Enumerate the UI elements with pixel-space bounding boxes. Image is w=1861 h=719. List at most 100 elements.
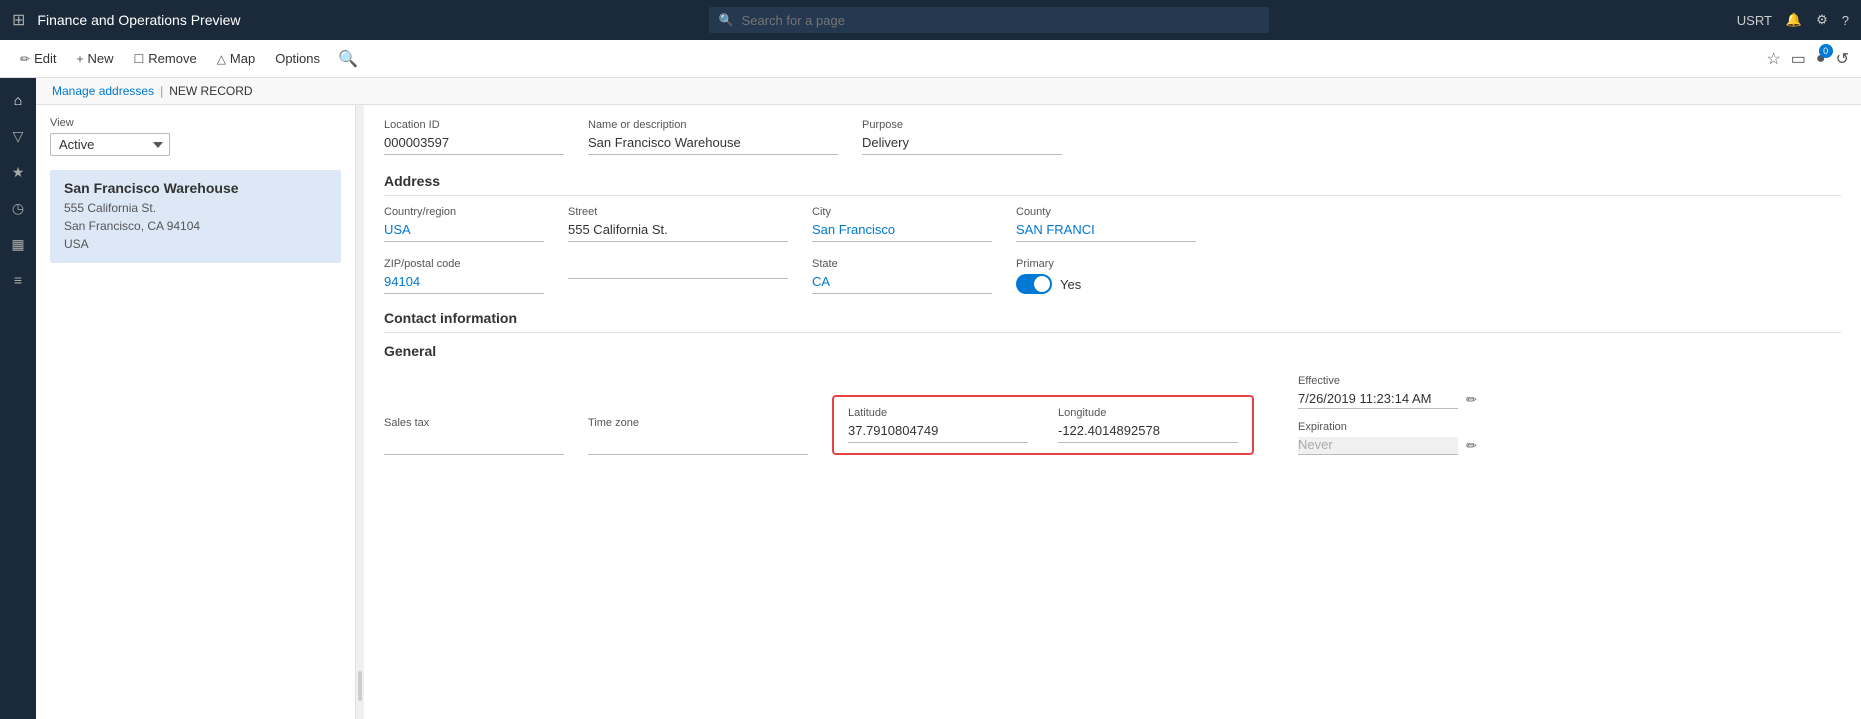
- view-select[interactable]: Active All Inactive: [50, 133, 170, 156]
- help-icon[interactable]: ?: [1842, 13, 1849, 28]
- city-label: City: [812, 206, 992, 218]
- top-right-icons: USRT 🔔 ⚙ ?: [1737, 12, 1849, 28]
- name-value[interactable]: San Francisco Warehouse: [588, 135, 838, 155]
- sidebar-recents-icon[interactable]: ◷: [4, 194, 32, 222]
- favorites-icon[interactable]: ☆: [1766, 49, 1780, 69]
- sidebar-favorites-icon[interactable]: ★: [4, 158, 32, 186]
- expiration-value[interactable]: Never: [1298, 437, 1458, 455]
- primary-toggle-label: Yes: [1060, 277, 1081, 292]
- breadcrumb-parent[interactable]: Manage addresses: [52, 84, 154, 98]
- map-icon: △: [217, 52, 226, 66]
- options-button[interactable]: Options: [267, 47, 328, 70]
- breadcrumb-separator: |: [160, 84, 163, 98]
- map-button[interactable]: △ Map: [209, 47, 264, 70]
- county-group: County SAN FRANCI: [1016, 206, 1196, 242]
- toolbar: ✏ Edit + New ☐ Remove △ Map Options 🔍 ☆ …: [0, 40, 1861, 78]
- right-column: Location ID 000003597 Name or descriptio…: [364, 105, 1861, 719]
- sales-tax-group: Sales tax: [384, 417, 564, 455]
- contact-section-header: Contact information: [384, 310, 1841, 333]
- time-zone-value[interactable]: [588, 433, 808, 455]
- search-icon: 🔍: [719, 13, 734, 27]
- two-col-layout: View Active All Inactive San Francisco W…: [36, 105, 1861, 719]
- sidebar-workspaces-icon[interactable]: ▦: [4, 230, 32, 258]
- sidebar-home-icon[interactable]: ⌂: [4, 86, 32, 114]
- state-value[interactable]: CA: [812, 274, 992, 294]
- refresh-icon[interactable]: ↺: [1836, 49, 1849, 69]
- sales-tax-label: Sales tax: [384, 417, 564, 429]
- app-title: Finance and Operations Preview: [37, 12, 240, 28]
- zip-label: ZIP/postal code: [384, 258, 544, 270]
- toolbar-search-icon[interactable]: 🔍: [338, 49, 358, 69]
- state-group: State CA: [812, 258, 992, 294]
- view-label: View: [50, 117, 170, 129]
- edit-icon: ✏: [20, 52, 30, 66]
- location-list: San Francisco Warehouse 555 California S…: [50, 170, 341, 263]
- purpose-value[interactable]: Delivery: [862, 135, 1062, 155]
- address-section-header: Address: [384, 173, 1841, 196]
- effective-expiration-group: Effective 7/26/2019 11:23:14 AM ✏ Expira…: [1298, 375, 1477, 455]
- effective-value[interactable]: 7/26/2019 11:23:14 AM: [1298, 391, 1458, 409]
- edit-button[interactable]: ✏ Edit: [12, 47, 64, 70]
- search-input[interactable]: [742, 13, 1259, 28]
- location-id-value[interactable]: 000003597: [384, 135, 564, 155]
- country-group: Country/region USA: [384, 206, 544, 242]
- header-fields-row: Location ID 000003597 Name or descriptio…: [384, 119, 1841, 155]
- sidebar-filter-icon[interactable]: ▽: [4, 122, 32, 150]
- country-value[interactable]: USA: [384, 222, 544, 242]
- view-row: View Active All Inactive: [50, 117, 341, 156]
- name-group: Name or description San Francisco Wareho…: [588, 119, 838, 155]
- zip-group: ZIP/postal code 94104: [384, 258, 544, 294]
- expiration-value-row: Never ✏: [1298, 437, 1477, 455]
- search-bar[interactable]: 🔍: [709, 7, 1269, 33]
- sidebar-icons: ⌂ ▽ ★ ◷ ▦ ≡: [0, 78, 36, 719]
- street-value[interactable]: 555 California St.: [568, 222, 788, 242]
- expiration-edit-icon[interactable]: ✏: [1466, 438, 1477, 454]
- toolbar-right-icons: ☆ ▭ ● 0 ↺: [1766, 49, 1849, 69]
- location-name: San Francisco Warehouse: [64, 180, 327, 196]
- primary-toggle[interactable]: [1016, 274, 1052, 294]
- notification-icon[interactable]: 🔔: [1786, 12, 1802, 28]
- main-layout: ⌂ ▽ ★ ◷ ▦ ≡ Manage addresses | NEW RECOR…: [0, 78, 1861, 719]
- effective-edit-icon[interactable]: ✏: [1466, 392, 1477, 408]
- street-label: Street: [568, 206, 788, 218]
- effective-label: Effective: [1298, 375, 1477, 387]
- state-label: State: [812, 258, 992, 270]
- longitude-value[interactable]: -122.4014892578: [1058, 423, 1238, 443]
- latitude-label: Latitude: [848, 407, 1028, 419]
- new-icon: +: [76, 52, 83, 66]
- grid-icon[interactable]: ⊞: [12, 10, 25, 30]
- effective-value-row: 7/26/2019 11:23:14 AM ✏: [1298, 391, 1477, 409]
- location-id-group: Location ID 000003597: [384, 119, 564, 155]
- panel-icon[interactable]: ▭: [1791, 49, 1806, 69]
- sidebar-list-icon[interactable]: ≡: [4, 266, 32, 294]
- remove-button[interactable]: ☐ Remove: [126, 47, 205, 70]
- name-label: Name or description: [588, 119, 838, 131]
- breadcrumb: Manage addresses | NEW RECORD: [36, 78, 1861, 105]
- latitude-value[interactable]: 37.7910804749: [848, 423, 1028, 443]
- street2-value[interactable]: [568, 274, 788, 279]
- page-wrapper: Manage addresses | NEW RECORD View Activ…: [36, 78, 1861, 719]
- new-button[interactable]: + New: [68, 47, 121, 70]
- remove-icon: ☐: [134, 52, 145, 66]
- settings-icon[interactable]: ⚙: [1816, 12, 1828, 28]
- purpose-group: Purpose Delivery: [862, 119, 1062, 155]
- badge-icon[interactable]: ● 0: [1816, 50, 1826, 68]
- city-group: City San Francisco: [812, 206, 992, 242]
- address-row1: Country/region USA Street 555 California…: [384, 206, 1841, 242]
- time-zone-group: Time zone: [588, 417, 808, 455]
- latitude-group: Latitude 37.7910804749: [848, 407, 1028, 443]
- address-row2: ZIP/postal code 94104 Street State CA Pr…: [384, 258, 1841, 294]
- zip-value[interactable]: 94104: [384, 274, 544, 294]
- location-id-label: Location ID: [384, 119, 564, 131]
- city-value[interactable]: San Francisco: [812, 222, 992, 242]
- breadcrumb-current: NEW RECORD: [169, 84, 252, 98]
- location-item[interactable]: San Francisco Warehouse 555 California S…: [50, 170, 341, 263]
- primary-group: Primary Yes: [1016, 258, 1081, 294]
- top-nav: ⊞ Finance and Operations Preview 🔍 USRT …: [0, 0, 1861, 40]
- sales-tax-value[interactable]: [384, 433, 564, 455]
- left-column: View Active All Inactive San Francisco W…: [36, 105, 356, 719]
- county-value[interactable]: SAN FRANCI: [1016, 222, 1196, 242]
- street-group: Street 555 California St.: [568, 206, 788, 242]
- expiration-group: Expiration Never ✏: [1298, 421, 1477, 455]
- primary-toggle-container: Yes: [1016, 274, 1081, 294]
